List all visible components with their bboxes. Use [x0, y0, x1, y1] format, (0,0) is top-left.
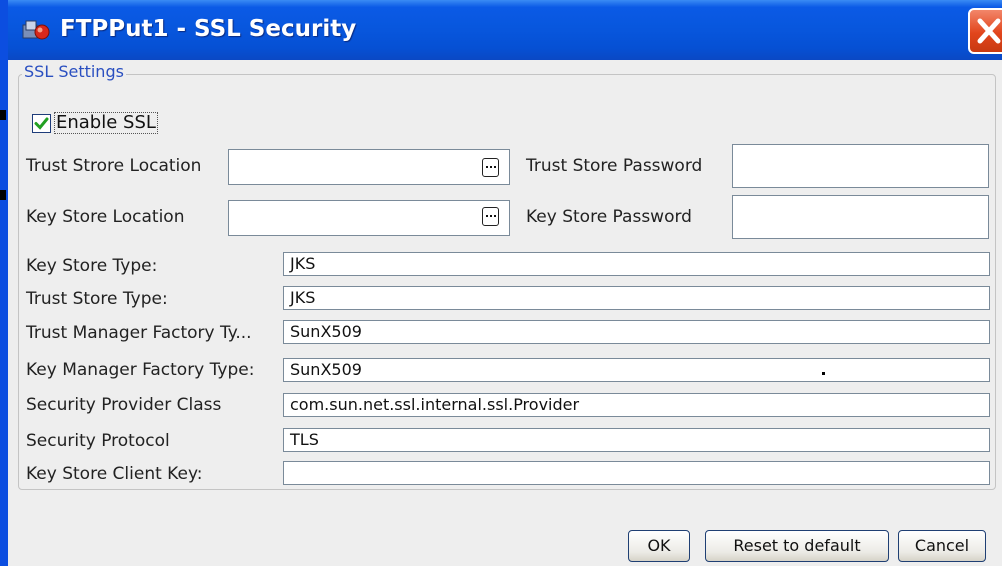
enable-ssl-checkbox[interactable]	[32, 114, 51, 133]
security-provider-class-label: Security Provider Class	[26, 395, 222, 415]
checkmark-icon	[34, 117, 49, 130]
ellipsis-icon	[486, 166, 488, 168]
key-store-location-label: Key Store Location	[26, 207, 185, 227]
ellipsis-icon	[490, 215, 492, 217]
trust-store-password-input[interactable]	[732, 144, 989, 188]
ellipsis-icon	[490, 166, 492, 168]
key-store-type-label: Key Store Type:	[26, 256, 158, 276]
window-title: FTPPut1 - SSL Security	[60, 16, 357, 42]
key-store-client-key-label: Key Store Client Key:	[26, 464, 203, 484]
security-protocol-input[interactable]: TLS	[283, 428, 990, 452]
trust-manager-factory-type-label: Trust Manager Factory Ty...	[26, 323, 252, 343]
window-left-border	[0, 0, 8, 566]
enable-ssl-label[interactable]: Enable SSL	[54, 112, 158, 134]
trust-store-location-label: Trust Strore Location	[26, 156, 202, 176]
border-mark	[0, 110, 6, 120]
ellipsis-icon	[494, 166, 496, 168]
ok-button[interactable]: OK	[628, 530, 690, 562]
reset-to-default-button[interactable]: Reset to default	[705, 530, 889, 562]
border-mark	[0, 190, 6, 200]
key-store-type-input[interactable]: JKS	[283, 252, 990, 276]
key-manager-factory-type-label: Key Manager Factory Type:	[26, 360, 255, 380]
key-manager-factory-type-input[interactable]: SunX509	[283, 358, 990, 382]
trust-store-location-input[interactable]	[228, 149, 510, 185]
window-titlebar[interactable]: FTPPut1 - SSL Security	[8, 0, 1002, 60]
key-store-password-input[interactable]	[732, 195, 989, 239]
group-title: SSL Settings	[22, 62, 126, 81]
trust-store-browse-button[interactable]	[482, 158, 499, 177]
key-store-browse-button[interactable]	[482, 207, 499, 226]
ellipsis-icon	[494, 215, 496, 217]
trust-store-type-input[interactable]: JKS	[283, 286, 990, 310]
trust-store-type-label: Trust Store Type:	[26, 289, 168, 309]
key-store-location-input[interactable]	[228, 200, 510, 236]
cancel-button[interactable]: Cancel	[898, 530, 986, 562]
dialog-body: SSL Settings Enable SSL Trust Strore Loc…	[8, 60, 1002, 566]
ftp-app-icon	[22, 18, 52, 42]
security-protocol-label: Security Protocol	[26, 431, 170, 451]
security-provider-class-input[interactable]: com.sun.net.ssl.internal.ssl.Provider	[283, 393, 990, 417]
key-store-password-label: Key Store Password	[526, 207, 692, 227]
close-icon	[977, 18, 1001, 44]
stray-dot	[822, 372, 825, 375]
key-store-client-key-input[interactable]	[283, 461, 990, 485]
trust-manager-factory-type-input[interactable]: SunX509	[283, 320, 990, 344]
trust-store-password-label: Trust Store Password	[526, 156, 703, 176]
ellipsis-icon	[486, 215, 488, 217]
close-button[interactable]	[968, 8, 1002, 54]
